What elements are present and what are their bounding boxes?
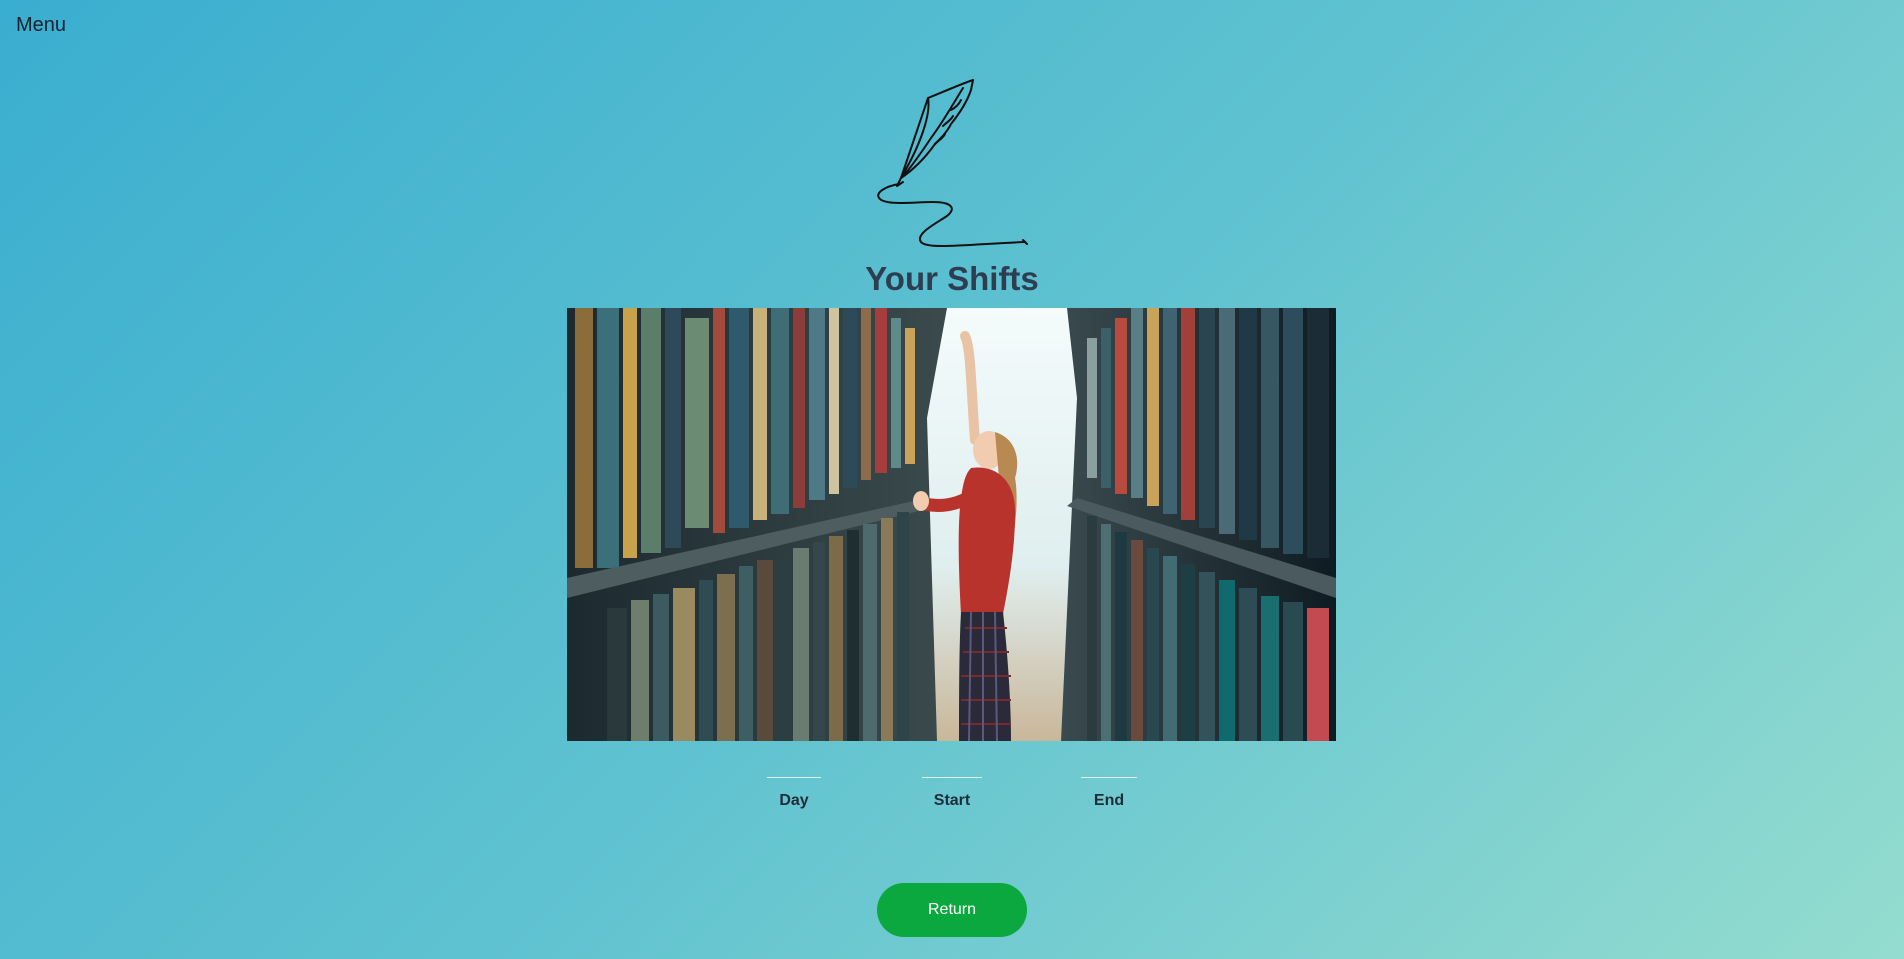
library-stacks-photo: [567, 308, 1336, 741]
page-title: Your Shifts: [865, 260, 1039, 297]
quill-pen-icon: [877, 79, 1028, 248]
column-divider: [767, 777, 821, 778]
column-header-end: End: [1081, 777, 1137, 810]
menu-link[interactable]: Menu: [16, 14, 66, 37]
column-header-day: Day: [767, 777, 821, 810]
column-divider: [1081, 777, 1137, 778]
column-header-start: Start: [922, 777, 982, 810]
column-label-day: Day: [779, 792, 809, 809]
column-label-end: End: [1093, 792, 1125, 809]
shift-table-header: Day Start End: [0, 777, 1904, 817]
column-divider: [922, 777, 982, 778]
column-label-start: Start: [933, 792, 971, 809]
return-button[interactable]: Return: [877, 883, 1027, 937]
